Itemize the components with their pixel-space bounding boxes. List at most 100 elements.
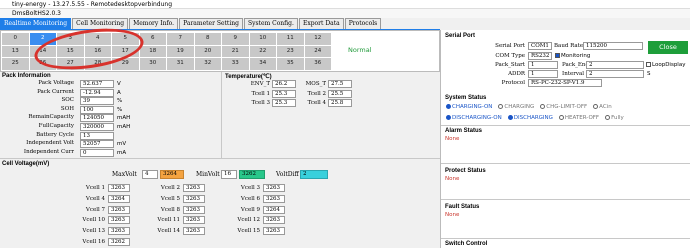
pack-cell-button[interactable]: 9 [222,33,249,45]
cell-voltage-panel: Vcell 1 3263 Vcell 4 3264 Vcell 7 3263 Vcell 1… [0,180,440,248]
pack-info-unit: mA [117,149,127,156]
vcell-value: 3262 [108,238,130,246]
pack-info-value: 320000 [80,123,114,131]
pack-info-label: Pack Current [37,88,74,95]
vcell-value: 3263 [108,205,130,214]
temperature-value: 26.2 [272,80,296,88]
vcell-label: Vcell 6 [240,195,260,202]
max-volt-cell: 4 [142,170,158,179]
pack-cell-button[interactable]: 33 [222,58,249,70]
temperature-label: Tcell 2 [307,90,326,97]
vcell-label: Vcell 3 [240,185,260,191]
pack-info-unit: mV [117,141,127,148]
pack-cell-button[interactable]: 21 [222,45,249,57]
window-title: tiny-energy - 13.27.5.55 - Remotedesktop… [0,0,690,9]
pack-info-label: SOH [60,105,74,112]
volt-diff-value: 2 [300,170,328,179]
max-volt-value: 3264 [160,170,184,179]
pack-start-select[interactable]: 1 [528,61,558,69]
fault-status-value: None [445,212,460,218]
pack-cell-button[interactable]: 23 [277,45,304,57]
status-dot-icon [507,115,513,120]
temperature-value: 25.5 [328,89,352,98]
baud-rate-select[interactable]: 115200 [583,42,643,50]
pack-info-unit: V [117,81,121,87]
pack-info-label: SOC [61,97,75,104]
pack-cell-button[interactable]: 18 [139,45,166,57]
status-text: Normal [348,46,372,54]
tab-system-config[interactable]: System Config. [243,18,298,29]
system-status-item: CHG-LIMIT-OFF [540,104,587,112]
vcell-value: 3263 [183,184,205,192]
pack-cell-button[interactable]: 34 [249,58,276,70]
monitoring-checkbox[interactable]: Monitoring [555,53,590,59]
system-status-label: DISCHARGING [513,115,553,121]
pack-cell-button[interactable]: 30 [139,58,166,70]
vcell-label: Vcell 16 [82,239,105,245]
status-dot-icon [446,115,451,120]
tab-protocols[interactable]: Protocols [344,18,382,29]
vcell-label: Vcell 9 [240,206,260,213]
system-status-item: ACin [593,104,612,112]
com-type-select[interactable]: RS232 [528,52,552,60]
vcell-value: 3263 [183,194,205,203]
status-dot-icon [558,115,564,120]
vcell-label: Vcell 4 [85,195,105,202]
interval-input[interactable]: 2 [586,70,644,78]
pack-cell-button[interactable]: 36 [304,58,331,70]
pack-info-label: RemainCapacity [28,114,74,121]
pack-cell-button[interactable]: 35 [277,58,304,70]
pack-cell-button[interactable]: 31 [167,58,194,70]
pack-cell-button[interactable]: 8 [194,33,221,45]
pack-cell-button[interactable]: 11 [277,33,304,45]
protocol-select[interactable]: RS-PC-232-SP-V1.9 [528,79,602,87]
section-divider [0,158,440,159]
pack-info-value: 13 [80,131,114,140]
pack-cell-button[interactable]: 0 [2,33,29,45]
switch-divider [441,238,690,239]
com-type-label: COM Type [495,53,525,59]
vcell-value: 3263 [183,205,205,214]
pack-cell-button[interactable]: 25 [2,58,29,70]
addr-select[interactable]: 1 [528,70,558,78]
interval-unit: S [647,71,651,77]
pack-cell-button[interactable]: 32 [194,58,221,70]
alarm-divider [441,125,690,126]
pack-info-unit: mAH [117,115,131,122]
pack-info-value: -12.94 [80,88,114,97]
serial-port-select[interactable]: COM1 [528,42,552,50]
fault-status-title: Fault Status [445,204,480,210]
pack-info-label: Pack Voltage [38,80,74,86]
pack-cell-button[interactable]: 20 [194,45,221,57]
system-status-label: DISCHARGING-ON [452,115,502,121]
vcell-label: Vcell 10 [82,217,105,224]
pack-cell-button[interactable]: 7 [167,33,194,45]
pack-cell-button[interactable]: 22 [249,45,276,57]
vcell-value: 3263 [183,227,205,236]
pack-cell-button[interactable]: 24 [304,45,331,57]
pack-cell-button[interactable]: 13 [2,45,29,57]
checkbox-icon [646,62,651,67]
close-button[interactable]: Close [648,41,688,54]
pack-info-unit: A [117,89,121,96]
system-status-item: CHARGING-ON [446,104,492,112]
vcell-label: Vcell 13 [82,228,105,235]
loop-display-checkbox[interactable]: LoopDisplay [646,62,685,68]
tab-cell-monitoring[interactable]: Cell Monitoring [72,18,129,29]
tab-parameter-setting[interactable]: Parameter Setting [179,18,243,29]
tab-memory-info[interactable]: Memory Info. [129,18,179,29]
pack-info-label: Battery Cycle [36,131,74,138]
protect-status-title: Protect Status [445,168,486,174]
system-status-label: HEATER-OFF [564,115,600,121]
vcell-label: Vcell 15 [237,228,260,235]
checkbox-checked-icon [555,53,560,58]
tab-realtime-monitoring[interactable]: Realtime Monitoring [0,18,72,29]
pack-end-select[interactable]: 2 [586,61,644,69]
pack-cell-button[interactable]: 12 [304,33,331,45]
pack-cell-button[interactable]: 19 [167,45,194,57]
system-status-title: System Status [445,95,487,101]
vcell-value: 3263 [108,227,130,236]
tab-export-data[interactable]: Export Data [298,18,344,29]
vcell-value: 3263 [108,184,130,192]
pack-cell-button[interactable]: 10 [249,33,276,45]
